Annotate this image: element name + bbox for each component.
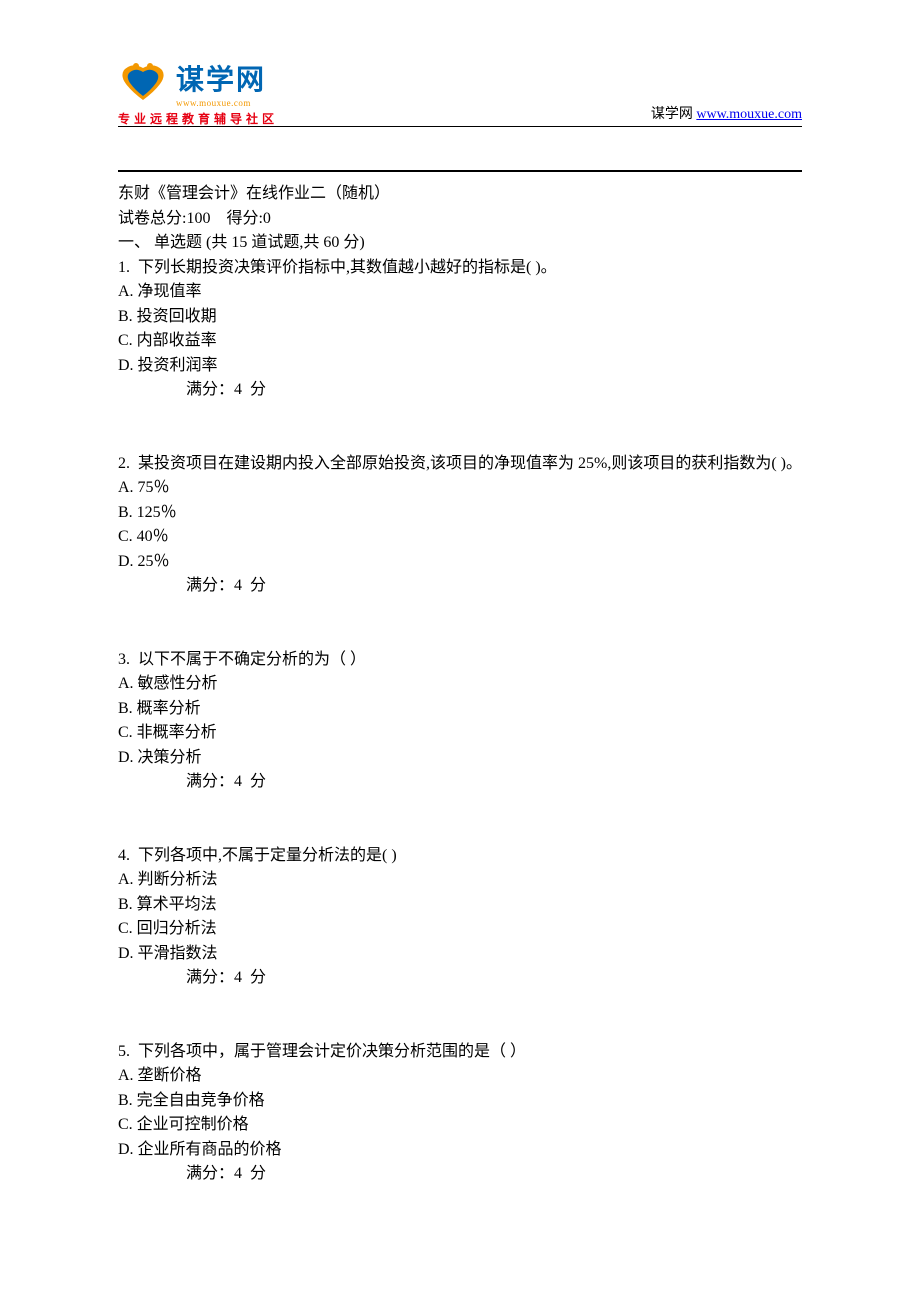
question-option: A. 垄断价格 xyxy=(118,1064,802,1089)
logo-icon xyxy=(118,62,168,104)
question-score: 满分：4 分 xyxy=(118,574,802,599)
question-option: C. 非概率分析 xyxy=(118,721,802,746)
document-header: 谋学网 www.mouxue.com 专业远程教育辅导社区 谋学网 www.mo… xyxy=(118,58,802,127)
question-option: C. 内部收益率 xyxy=(118,329,802,354)
spacer xyxy=(118,403,802,452)
logo-main-text: 谋学网 xyxy=(176,58,266,98)
logo-tagline: 专业远程教育辅导社区 xyxy=(118,110,278,127)
header-right-link[interactable]: www.mouxue.com xyxy=(696,107,802,122)
score-summary: 试卷总分:100 得分:0 xyxy=(118,207,802,232)
question-option: C. 40％ xyxy=(118,525,802,550)
question-score: 满分：4 分 xyxy=(118,966,802,991)
question-option: A. 75％ xyxy=(118,476,802,501)
logo-sub-text: www.mouxue.com xyxy=(176,98,266,108)
question-option: A. 判断分析法 xyxy=(118,868,802,893)
question-text: 3. 以下不属于不确定分析的为（ ） xyxy=(118,648,802,673)
header-divider xyxy=(118,126,802,127)
question-text: 5. 下列各项中，属于管理会计定价决策分析范围的是（ ） xyxy=(118,1040,802,1065)
header-right: 谋学网 www.mouxue.com xyxy=(651,103,802,123)
question-option: A. 敏感性分析 xyxy=(118,672,802,697)
question-option: A. 净现值率 xyxy=(118,280,802,305)
question-option: B. 概率分析 xyxy=(118,697,802,722)
logo-text-block: 谋学网 www.mouxue.com xyxy=(176,58,266,108)
question-option: D. 25％ xyxy=(118,550,802,575)
question-option: B. 完全自由竞争价格 xyxy=(118,1089,802,1114)
question-option: B. 125％ xyxy=(118,501,802,526)
question-option: D. 企业所有商品的价格 xyxy=(118,1138,802,1163)
section-header: 一、 单选题 (共 15 道试题,共 60 分) xyxy=(118,231,802,256)
logo-block: 谋学网 www.mouxue.com 专业远程教育辅导社区 xyxy=(118,58,278,127)
question-text: 4. 下列各项中,不属于定量分析法的是( ) xyxy=(118,844,802,869)
question-text: 2. 某投资项目在建设期内投入全部原始投资,该项目的净现值率为 25%,则该项目… xyxy=(118,452,802,477)
question-option: D. 平滑指数法 xyxy=(118,942,802,967)
header-right-label: 谋学网 xyxy=(651,107,693,122)
document-title: 东财《管理会计》在线作业二（随机） xyxy=(118,182,802,207)
question-option: D. 决策分析 xyxy=(118,746,802,771)
question-score: 满分：4 分 xyxy=(118,1162,802,1187)
question-text: 1. 下列长期投资决策评价指标中,其数值越小越好的指标是( )。 xyxy=(118,256,802,281)
question-option: B. 投资回收期 xyxy=(118,305,802,330)
spacer xyxy=(118,991,802,1040)
logo-top-row: 谋学网 www.mouxue.com xyxy=(118,58,278,108)
document-content: 东财《管理会计》在线作业二（随机） 试卷总分:100 得分:0 一、 单选题 (… xyxy=(118,170,802,1187)
question-option: C. 回归分析法 xyxy=(118,917,802,942)
question-option: C. 企业可控制价格 xyxy=(118,1113,802,1138)
question-score: 满分：4 分 xyxy=(118,378,802,403)
question-option: D. 投资利润率 xyxy=(118,354,802,379)
question-score: 满分：4 分 xyxy=(118,770,802,795)
question-option: B. 算术平均法 xyxy=(118,893,802,918)
spacer xyxy=(118,795,802,844)
spacer xyxy=(118,599,802,648)
